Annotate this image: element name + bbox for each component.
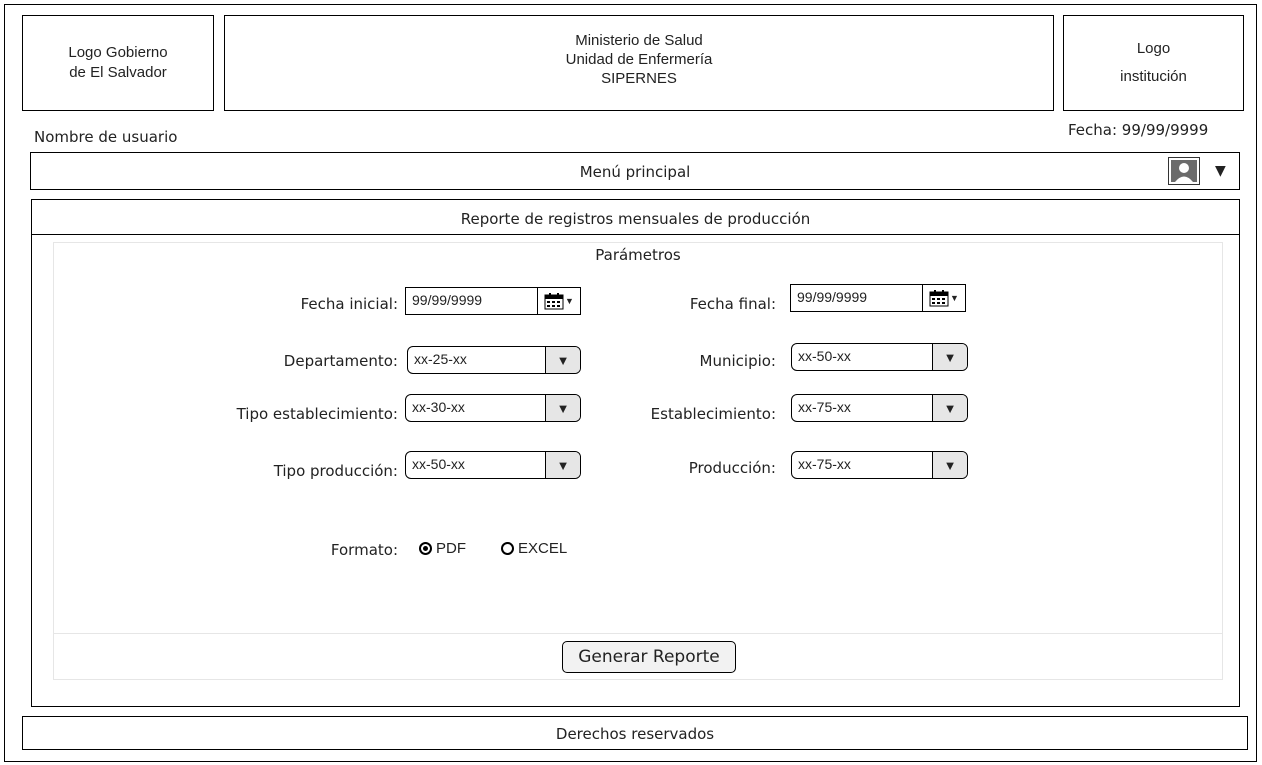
production-value: xx-75-xx bbox=[798, 456, 851, 472]
parameters-title: Parámetros bbox=[595, 246, 681, 264]
username-label: Nombre de usuario bbox=[34, 128, 178, 146]
caret-down-icon[interactable]: ▼ bbox=[545, 347, 580, 373]
caret-down-icon[interactable]: ▼ bbox=[932, 344, 967, 370]
end-date-label: Fecha final: bbox=[689, 295, 776, 313]
calendar-icon bbox=[544, 293, 564, 310]
start-date-label: Fecha inicial: bbox=[300, 295, 398, 313]
municipality-value: xx-50-xx bbox=[798, 348, 851, 364]
caret-down-icon[interactable]: ▼ bbox=[932, 395, 967, 421]
establishment-type-value: xx-30-xx bbox=[412, 399, 465, 415]
production-select[interactable]: xx-75-xx ▼ bbox=[791, 451, 968, 479]
current-date: Fecha: 99/99/9999 bbox=[1068, 121, 1209, 139]
radio-selected-icon[interactable] bbox=[419, 542, 432, 555]
establishment-value: xx-75-xx bbox=[798, 399, 851, 415]
format-excel-label[interactable]: EXCEL bbox=[518, 540, 567, 557]
department-value: xx-25-xx bbox=[414, 351, 467, 367]
generate-report-button[interactable]: Generar Reporte bbox=[562, 641, 736, 673]
caret-down-icon: ▼ bbox=[565, 296, 574, 306]
production-type-select[interactable]: xx-50-xx ▼ bbox=[405, 451, 581, 479]
footer-bar: Derechos reservados bbox=[22, 716, 1248, 750]
establishment-type-select[interactable]: xx-30-xx ▼ bbox=[405, 394, 581, 422]
report-title: Reporte de registros mensuales de produc… bbox=[460, 210, 811, 228]
radio-unselected-icon[interactable] bbox=[501, 542, 514, 555]
caret-down-icon[interactable]: ▼ bbox=[1215, 163, 1226, 179]
government-logo-placeholder: Logo Gobierno de El Salvador bbox=[22, 15, 214, 111]
format-pdf-label[interactable]: PDF bbox=[436, 540, 466, 557]
establishment-type-label: Tipo establecimiento: bbox=[236, 405, 398, 423]
institution-logo-line1: Logo bbox=[1136, 40, 1171, 57]
caret-down-icon: ▼ bbox=[950, 293, 959, 303]
user-avatar-icon[interactable] bbox=[1168, 157, 1200, 185]
end-date-field[interactable]: 99/99/9999 ▼ bbox=[790, 284, 966, 312]
end-date-value: 99/99/9999 bbox=[797, 289, 868, 305]
parameters-divider bbox=[54, 633, 1222, 634]
establishment-label: Establecimiento: bbox=[650, 405, 776, 423]
start-date-picker-button[interactable]: ▼ bbox=[537, 287, 581, 315]
main-menu-label[interactable]: Menú principal bbox=[31, 163, 1239, 181]
format-excel-radio[interactable]: EXCEL bbox=[501, 540, 567, 557]
government-logo-line2: de El Salvador bbox=[69, 64, 167, 81]
footer-label: Derechos reservados bbox=[555, 725, 715, 743]
unit-name: Unidad de Enfermería bbox=[565, 51, 713, 68]
department-select[interactable]: xx-25-xx ▼ bbox=[407, 346, 581, 374]
municipality-label: Municipio: bbox=[699, 352, 776, 370]
government-logo-line1: Logo Gobierno bbox=[68, 44, 168, 61]
start-date-value: 99/99/9999 bbox=[412, 292, 483, 308]
caret-down-icon[interactable]: ▼ bbox=[932, 452, 967, 478]
system-name: SIPERNES bbox=[601, 70, 677, 87]
ministry-name: Ministerio de Salud bbox=[575, 32, 703, 49]
production-type-value: xx-50-xx bbox=[412, 456, 465, 472]
caret-down-icon[interactable]: ▼ bbox=[545, 395, 580, 421]
department-label: Departamento: bbox=[283, 352, 398, 370]
report-title-divider bbox=[32, 234, 1239, 235]
municipality-select[interactable]: xx-50-xx ▼ bbox=[791, 343, 968, 371]
institution-logo-line2: institución bbox=[1120, 68, 1187, 85]
production-label: Producción: bbox=[688, 459, 776, 477]
start-date-field[interactable]: 99/99/9999 ▼ bbox=[405, 287, 581, 315]
header-title-box: Ministerio de Salud Unidad de Enfermería… bbox=[224, 15, 1054, 111]
caret-down-icon[interactable]: ▼ bbox=[545, 452, 580, 478]
institution-logo-placeholder: Logo institución bbox=[1063, 15, 1244, 111]
calendar-icon bbox=[929, 290, 949, 307]
format-pdf-radio[interactable]: PDF bbox=[419, 540, 466, 557]
establishment-select[interactable]: xx-75-xx ▼ bbox=[791, 394, 968, 422]
format-label: Formato: bbox=[330, 541, 398, 559]
production-type-label: Tipo producción: bbox=[273, 462, 398, 480]
end-date-picker-button[interactable]: ▼ bbox=[922, 284, 966, 312]
main-menu-bar[interactable]: Menú principal ▼ bbox=[30, 152, 1240, 190]
